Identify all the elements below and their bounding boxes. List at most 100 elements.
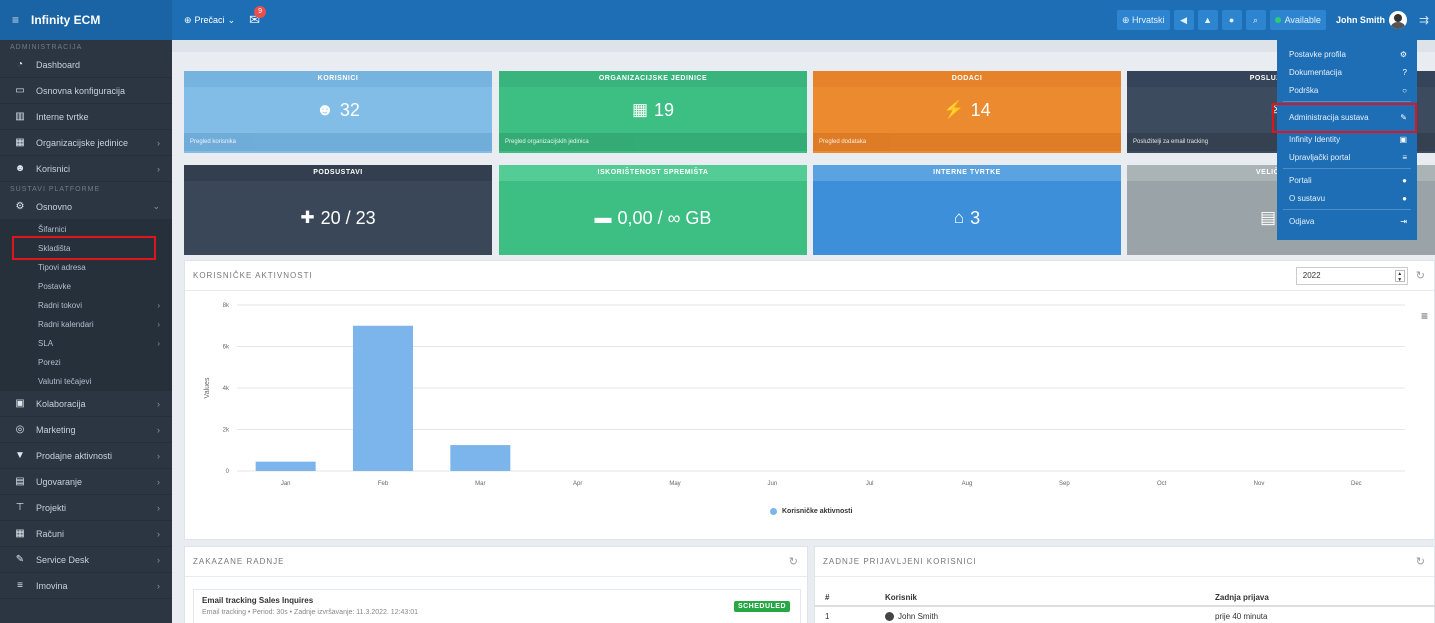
language-button[interactable]: ⊕ Hrvatski	[1116, 10, 1170, 30]
sidebar-subitem-postavke[interactable]: Postavke	[0, 277, 172, 296]
sidebar-subitem-valutni-tecajevi[interactable]: Valutni tečajevi	[0, 372, 172, 391]
stat-tile-dodaci[interactable]: DODACI ⚡ 14 Pregled dodataka	[813, 71, 1121, 153]
puzzle-icon: ✚	[300, 208, 315, 227]
menu-item-icon: ●	[1402, 193, 1407, 203]
users-icon: ☻	[316, 100, 334, 119]
sidebar-item-kolaboracija[interactable]: ▣ Kolaboracija ›	[0, 391, 172, 417]
x-tick-label: Apr	[573, 481, 582, 487]
sidebar-subitem-sla[interactable]: SLA ›	[0, 334, 172, 353]
sidebar-item-ugovaranje[interactable]: ▤ Ugovaranje ›	[0, 469, 172, 495]
y-tick-label: 2k	[223, 428, 230, 434]
refresh-icon[interactable]: ↻	[789, 555, 799, 568]
legend-label: Korisničke aktivnosti	[782, 508, 853, 515]
sidebar-subitem-porezi[interactable]: Porezi	[0, 353, 172, 372]
scheduled-task[interactable]: Email tracking Sales Inquires Email trac…	[193, 589, 801, 623]
app-brand[interactable]: Infinity ECM	[31, 13, 100, 27]
chevron-right-icon: ›	[157, 398, 160, 409]
megaphone-button[interactable]: ◀	[1173, 10, 1194, 30]
megaphone-icon: ◀	[1180, 14, 1188, 25]
sidebar-subitem-label: Radni tokovi	[38, 301, 83, 310]
menu-item-podrska[interactable]: Podrška ○	[1277, 81, 1417, 99]
refresh-icon[interactable]: ↻	[1416, 269, 1426, 282]
menu-item-portali[interactable]: Portali ●	[1277, 171, 1417, 189]
chart-legend[interactable]: Korisničke aktivnosti	[770, 508, 852, 515]
menu-item-postavke-profila[interactable]: Postavke profila ⚙	[1277, 45, 1417, 63]
stat-tile-podsustavi[interactable]: PODSUSTAVI ✚ 20 / 23	[184, 165, 492, 255]
gear-icon: ⚙	[15, 201, 25, 212]
chevron-right-icon: ›	[157, 320, 160, 329]
tile-footer-link[interactable]: Pregled organizacijskih jedinica	[499, 133, 807, 151]
sidebar-subitem-label: SLA	[38, 339, 54, 348]
main-content: KORISNICI ☻ 32 Pregled korisnika ORGANIZACIJ…	[172, 40, 1435, 623]
sidebar-item-osnovno[interactable]: ⚙ Osnovno ⌄	[0, 194, 172, 220]
sidebar-item-label: Prodajne aktivnosti	[36, 450, 113, 461]
menu-separator	[1283, 101, 1411, 102]
administration-highlight	[1272, 103, 1417, 133]
year-select[interactable]: 2022 ▲ ▼	[1295, 266, 1408, 285]
sidebar-item-osnovna-konfiguracija[interactable]: ▭ Osnovna konfiguracija	[0, 78, 172, 104]
x-tick-label: Aug	[962, 481, 973, 487]
sidebar-item-marketing[interactable]: ◎ Marketing ›	[0, 417, 172, 443]
shortcuts-menu[interactable]: ⊕ Prečaci ⌄	[184, 15, 235, 26]
tile-body: ☻ 32	[184, 87, 492, 133]
mail-icon[interactable]: ✉ 9	[249, 6, 267, 28]
x-tick-label: Jun	[767, 481, 777, 487]
menu-item-odjava[interactable]: Odjava ⇥	[1277, 212, 1417, 230]
menu-item-icon: ?	[1402, 67, 1407, 77]
stat-tile-iskoristenost-spremista[interactable]: ISKORIŠTENOST SPREMIŠTA ▬ 0,00 / ∞ GB	[499, 165, 807, 255]
notifications-button[interactable]: ▲	[1197, 10, 1218, 30]
right-panel-toggle-icon[interactable]: ⇉	[1419, 13, 1429, 27]
tile-title: DODACI	[813, 71, 1121, 87]
table-row[interactable]: 1 John Smith prije 40 minuta	[815, 607, 1435, 623]
tile-body: ✚ 20 / 23	[184, 181, 492, 255]
sidebar-item-dashboard[interactable]: ◔ Dashboard	[0, 52, 172, 78]
sidebar-item-prodajne-aktivnosti[interactable]: ▼ Prodajne aktivnosti ›	[0, 443, 172, 469]
chat-button[interactable]: ●	[1221, 10, 1242, 30]
bar-feb	[353, 325, 413, 471]
tile-footer-link[interactable]: Pregled dodataka	[813, 133, 1121, 151]
sidebar-item-interne-tvrtke[interactable]: ▥ Interne tvrtke	[0, 104, 172, 130]
sidebar-item-label: Osnovno	[36, 201, 73, 212]
sidebar-subitem-radni-kalendari[interactable]: Radni kalendari ›	[0, 315, 172, 334]
user-menu[interactable]: John Smith	[1336, 11, 1407, 29]
sidebar-item-service-desk[interactable]: ✎ Service Desk ›	[0, 547, 172, 573]
building-icon: ▦	[15, 137, 25, 148]
menu-item-icon: ○	[1402, 85, 1407, 95]
row-number: 1	[825, 611, 830, 621]
sidebar-subitem-label: Porezi	[38, 358, 61, 367]
chevron-down-icon: ⌄	[152, 201, 160, 211]
task-meta: Email tracking • Period: 30s • Zadnje iz…	[202, 609, 419, 616]
stat-tile-interne-tvrtke[interactable]: INTERNE TVRTKE ⌂ 3	[813, 165, 1121, 255]
menu-toggle-icon[interactable]: ≡	[12, 13, 19, 27]
sidebar-item-projekti[interactable]: ⊤ Projekti ›	[0, 495, 172, 521]
activity-panel: KORISNIČKE AKTIVNOSTI 2022 ▲ ▼ ↻ 0 2k 4k 6k 8…	[184, 260, 1435, 540]
menu-item-o-sustavu[interactable]: O sustavu ●	[1277, 189, 1417, 207]
tile-footer-link[interactable]: Pregled korisnika	[184, 133, 492, 151]
sidebar-item-korisnici[interactable]: ☻ Korisnici ›	[0, 156, 172, 182]
sidebar-item-imovina[interactable]: ≡ Imovina ›	[0, 573, 172, 599]
sidebar-subitem-radni-tokovi[interactable]: Radni tokovi ›	[0, 296, 172, 315]
scheduled-panel: ZAKAZANE RADNJE ↻ Email tracking Sales I…	[184, 546, 808, 623]
stat-tile-organizacijske-jedinice[interactable]: ORGANIZACIJSKE JEDINICE ▦ 19 Pregled organi…	[499, 71, 807, 153]
tile-body: ⚡ 14	[813, 87, 1121, 133]
x-tick-label: Sep	[1059, 481, 1070, 487]
search-button[interactable]: ⌕	[1245, 10, 1266, 30]
sidebar-item-organizacijske-jedinice[interactable]: ▦ Organizacijske jedinice ›	[0, 130, 172, 156]
year-spinner-icon[interactable]: ▲ ▼	[1394, 269, 1405, 283]
sidebar-item-label: Organizacijske jedinice	[36, 137, 129, 148]
row-user: John Smith	[885, 611, 1215, 621]
menu-item-upravljacki-portal[interactable]: Upravljački portal ≡	[1277, 148, 1417, 166]
sidebar-item-racuni[interactable]: ▦ Računi ›	[0, 521, 172, 547]
status-button[interactable]: Available	[1269, 10, 1326, 30]
stat-tile-korisnici[interactable]: KORISNICI ☻ 32 Pregled korisnika	[184, 71, 492, 153]
shortcuts-label: Prečaci	[194, 15, 225, 25]
y-tick-label: 0	[226, 469, 230, 475]
menu-item-dokumentacija[interactable]: Dokumentacija?	[1277, 63, 1417, 81]
menu-item-label: Infinity Identity	[1289, 134, 1341, 144]
sidebar-subitem-tipovi-adresa[interactable]: Tipovi adresa	[0, 258, 172, 277]
y-tick-label: 8k	[223, 303, 230, 309]
sidebar-item-label: Projekti	[36, 502, 67, 513]
refresh-icon[interactable]: ↻	[1416, 555, 1426, 568]
chart-menu-icon[interactable]: ≡	[1421, 309, 1428, 323]
chevron-right-icon: ›	[157, 450, 160, 461]
